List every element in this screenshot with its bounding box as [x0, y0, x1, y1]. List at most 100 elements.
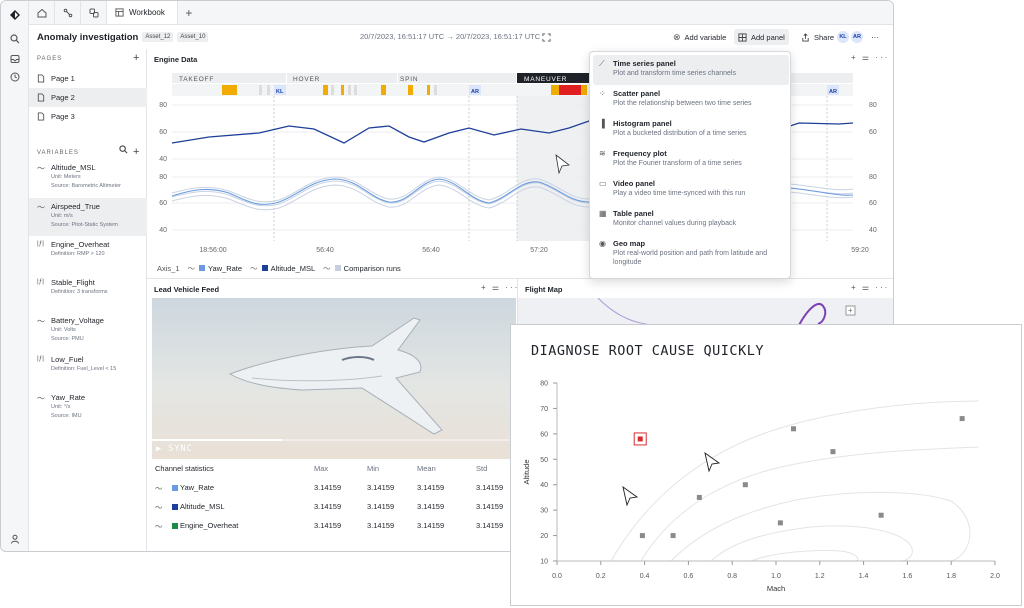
variable-detail: Source: IMU [51, 413, 82, 419]
scatter-axes: 10 20 30 40 50 60 70 80 0.0 0.2 0.4 0.6 0.8 1.0 1.2 1.4… [540, 381, 1000, 581]
tab-workbook[interactable]: Workbook [107, 1, 178, 24]
x-tick-label: 2.0 [990, 573, 1000, 580]
sidebar-item-page[interactable]: Page 3 [29, 107, 147, 126]
table-row[interactable]: 〜 Engine_Overheat 3.14159 3.14159 3.14159 3.1… [149, 521, 517, 537]
menu-item-description: Monitor channel values during playback [613, 220, 736, 227]
video-scrubber[interactable] [152, 439, 516, 441]
scatter-point[interactable] [791, 426, 797, 432]
y-tick-label-right: 40 [869, 227, 877, 234]
scatter-point[interactable] [777, 520, 783, 526]
menu-item-video-panel[interactable]: ▭ Video panel Play a video time time-synce… [593, 175, 789, 205]
menu-item-description: Plot and transform time series channels [613, 70, 736, 77]
asset-tag[interactable]: Asset_12 [142, 32, 174, 42]
menu-item-frequency-plot[interactable]: ≋ Frequency plot Plot the Fourier transfor… [593, 145, 789, 175]
table-row[interactable]: 〜 Altitude_MSL 3.14159 3.14159 3.14159 3.1415… [149, 502, 517, 518]
sidebar-item-variable[interactable]: 〜 Airspeed_True Unit: m/s Source: Pitot-Sta… [29, 198, 147, 236]
video-feed[interactable] [152, 298, 516, 459]
stat-value: 3.14159 [314, 483, 342, 492]
variable-name: Yaw_Rate [51, 393, 86, 402]
sidebar-item-variable[interactable]: |ƒ| Stable_Flight Definition: 3 transforms [29, 274, 147, 312]
scatter-point[interactable] [959, 416, 965, 422]
x-tick-label: 1.6 [903, 573, 913, 580]
add-panel-label: Add panel [751, 32, 785, 42]
sidebar-item-variable[interactable]: 〜 Yaw_Rate Unit: °/s Source: IMU [29, 389, 147, 427]
scatter-point[interactable] [696, 494, 702, 500]
panel-toolbar[interactable]: + ⚌ ··· [851, 283, 889, 292]
scatter-point[interactable] [878, 512, 884, 518]
sidebar-item-page[interactable]: Page 2 [29, 88, 147, 107]
scatter-point[interactable] [670, 533, 676, 539]
y-tick-label: 10 [540, 559, 548, 566]
y-tick-label: 50 [540, 457, 548, 464]
menu-item-histogram-panel[interactable]: ▐ Histogram panel Plot a bucketed distribu… [593, 115, 789, 145]
panel-toolbar[interactable]: + ⚌ ··· [481, 283, 519, 292]
legend-item-yaw-rate[interactable]: 〜 Yaw_Rate [188, 263, 243, 274]
sidebar-item-variable[interactable]: |ƒ| Engine_Overheat Definition: RMP > 120 [29, 236, 147, 274]
legend-swatch [261, 265, 268, 271]
variable-name: Low_Fuel [51, 355, 84, 364]
inbox-icon[interactable] [7, 51, 23, 67]
legend-item-altitude-msl[interactable]: 〜 Altitude_MSL [250, 263, 315, 274]
sidebar-item-variable[interactable]: |ƒ| Low_Fuel Definition: Fuel_Level < 15 [29, 351, 147, 389]
formula-icon: |ƒ| [37, 278, 44, 285]
stat-value: 3.14159 [417, 502, 445, 511]
scatter-chart[interactable]: 10 20 30 40 50 60 70 80 0.0 0.2 0.4 0.6 0.8 1.0 1.2 1.4… [511, 371, 1021, 605]
home-icon[interactable] [29, 1, 55, 24]
time-range[interactable]: 20/7/2023, 16:51:17 UTC → 20/7/2023, 16:… [360, 32, 540, 41]
asset-tag[interactable]: Asset_10 [177, 32, 209, 42]
sync-indicator[interactable]: ▶ SYNC [156, 444, 193, 454]
avatar[interactable]: KL [837, 31, 849, 43]
scatter-point[interactable] [639, 533, 645, 539]
x-tick-label: 57:20 [530, 247, 548, 254]
add-page-button[interactable]: + [133, 52, 139, 64]
table-row[interactable]: 〜 Yaw_Rate 3.14159 3.14159 3.14159 3.14159 [149, 483, 517, 499]
add-panel-menu: ⟋ Time series panel Plot and transform tim… [589, 51, 791, 279]
add-panel-button[interactable]: Add panel [734, 29, 789, 45]
add-variable-button[interactable]: ⊗ Add variable [669, 29, 730, 45]
sidebar-item-page[interactable]: Page 1 [29, 69, 147, 88]
search-variables-icon[interactable] [119, 145, 128, 157]
share-button[interactable]: Share [797, 29, 838, 45]
menu-item-description: Play a video time time-synced with this … [613, 190, 746, 197]
highlighted-point[interactable] [637, 436, 643, 442]
table-icon: ▦ [599, 209, 607, 218]
contour-lines [610, 400, 980, 562]
channel-name: Yaw_Rate [180, 483, 215, 492]
legend-label: Altitude_MSL [270, 264, 316, 273]
stat-value: 3.14159 [476, 521, 504, 530]
menu-item-table-panel[interactable]: ▦ Table panel Monitor channel values durin… [593, 205, 789, 235]
sidebar-item-variable[interactable]: 〜 Altitude_MSL Unit: Meters Source: Baromet… [29, 159, 147, 197]
diagnose-card: DIAGNOSE ROOT CAUSE QUICKLY 10 20 30 40 50 60… [510, 324, 1022, 606]
formula-icon: |ƒ| [37, 355, 44, 362]
more-button[interactable]: ··· [867, 29, 883, 45]
add-tab-button[interactable]: + [178, 1, 200, 24]
history-icon[interactable] [7, 69, 23, 85]
marker-label: AR [829, 89, 837, 95]
menu-item-scatter-panel[interactable]: ⁘ Scatter panel Plot the relationship betw… [593, 85, 789, 115]
search-icon[interactable] [7, 31, 23, 47]
sidebar-item-variable[interactable]: 〜 Battery_Voltage Unit: Volts Source: PMU [29, 312, 147, 350]
link-icon[interactable] [81, 1, 107, 24]
pin-icon: ◉ [599, 239, 606, 248]
menu-item-time-series-panel[interactable]: ⟋ Time series panel Plot and transform tim… [593, 55, 789, 85]
page-title[interactable]: Anomaly investigation [37, 32, 138, 43]
user-icon[interactable] [7, 531, 23, 547]
menu-item-title: Frequency plot [613, 149, 667, 158]
fullscreen-icon[interactable] [542, 29, 554, 45]
add-variable-sidebar-button[interactable]: + [133, 146, 139, 158]
branch-icon[interactable] [55, 1, 81, 24]
panel-toolbar[interactable]: + ⚌ ··· [851, 53, 889, 62]
trend-icon: 〜 [37, 394, 45, 403]
scatter-point[interactable] [830, 449, 836, 455]
trend-icon: 〜 [37, 164, 45, 173]
menu-item-geo-map[interactable]: ◉ Geo map Plot real-world position and pat… [593, 235, 789, 273]
logo-icon[interactable] [7, 7, 23, 23]
x-axis-label: Mach [767, 584, 785, 593]
sidebar: PAGES + Page 1 Page 2 Page 3 VARIABLES +… [29, 49, 147, 551]
menu-item-title: Scatter panel [613, 89, 661, 98]
avatar[interactable]: AR [851, 31, 863, 43]
scatter-point[interactable] [742, 482, 748, 488]
legend-item-comparison-runs[interactable]: 〜 Comparison runs [323, 263, 401, 274]
variables-section-title: VARIABLES [37, 150, 79, 156]
y-tick-label: 40 [159, 156, 167, 163]
